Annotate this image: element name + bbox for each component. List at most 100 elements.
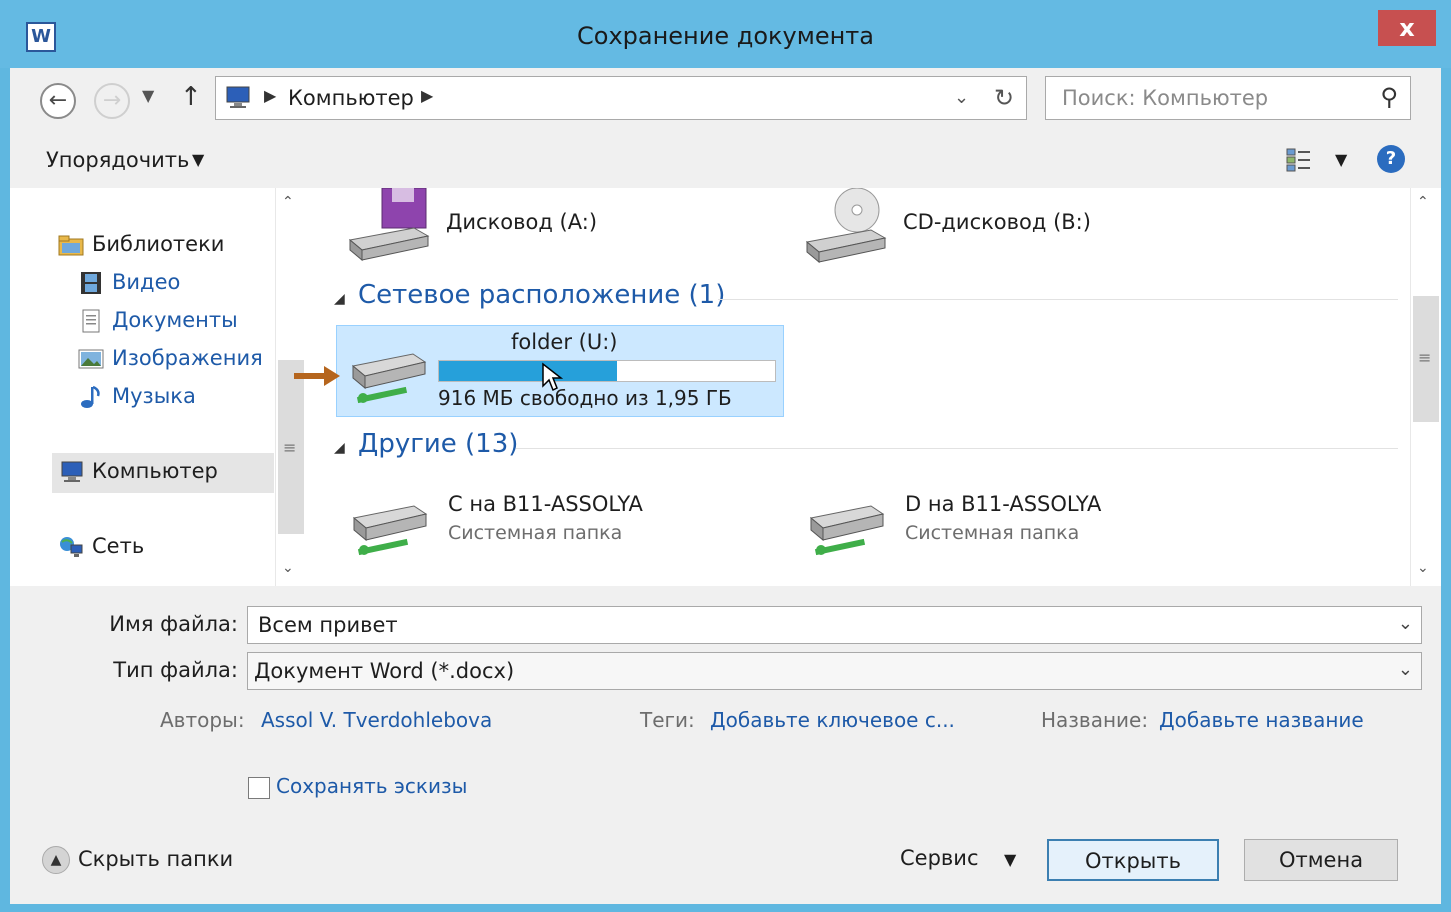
help-icon[interactable]: ?: [1377, 145, 1405, 173]
sidebar-item-libraries[interactable]: Библиотеки: [58, 232, 224, 257]
images-icon: [78, 349, 104, 369]
chevron-down-icon[interactable]: ⌄: [1398, 613, 1413, 634]
sidebar-item-label: Музыка: [112, 384, 196, 408]
cd-drive-icon: [805, 188, 887, 264]
filename-label-text: Имя файла:: [109, 612, 238, 636]
drive-caption: Системная папка: [905, 522, 1080, 544]
recent-locations-dropdown[interactable]: ▼: [142, 86, 154, 105]
tools-button[interactable]: Сервис: [900, 846, 978, 870]
breadcrumb-computer[interactable]: Компьютер: [288, 86, 414, 110]
file-list-scrollbar[interactable]: ⌃ ≡ ⌄: [1410, 188, 1440, 586]
filetype-label-text: Тип файла:: [113, 658, 238, 682]
view-options-dropdown[interactable]: ▼: [1335, 150, 1347, 169]
window-title: Сохранение документа: [577, 22, 874, 50]
authors-label: Авторы:: [160, 708, 245, 732]
filetype-value: Документ Word (*.docx): [254, 659, 515, 683]
change-view-icon[interactable]: [1285, 146, 1313, 174]
collapse-group-icon[interactable]: ◢: [334, 291, 345, 307]
sidebar-item-images[interactable]: Изображения: [78, 346, 263, 371]
sidebar-item-music[interactable]: Музыка: [78, 384, 196, 409]
drive-caption: Системная папка: [448, 522, 623, 544]
save-thumbnails-label[interactable]: Сохранять эскизы: [276, 774, 467, 798]
refresh-icon[interactable]: ↻: [994, 84, 1014, 112]
hide-folders-button[interactable]: ▲ Скрыть папки: [42, 846, 233, 874]
drive-network-u-selected[interactable]: folder (U:) 916 МБ свободно из 1,95 ГБ: [336, 325, 784, 417]
back-button[interactable]: ←: [40, 83, 76, 119]
title-label: Название:: [1041, 708, 1149, 732]
annotation-arrow-icon: [294, 366, 340, 386]
search-placeholder: Поиск: Компьютер: [1062, 86, 1269, 110]
scroll-down-icon[interactable]: ⌄: [1417, 560, 1429, 576]
title-field[interactable]: Добавьте название: [1159, 708, 1364, 732]
sidebar-item-network[interactable]: Сеть: [58, 534, 144, 559]
up-button[interactable]: ↑: [180, 82, 202, 112]
scrollbar-grip-icon: ≡: [283, 438, 297, 457]
filetype-select[interactable]: Документ Word (*.docx) ⌄: [247, 652, 1422, 690]
collapse-group-icon[interactable]: ◢: [334, 440, 345, 456]
scroll-up-icon[interactable]: ⌃: [1417, 194, 1429, 210]
sidebar-item-label: Видео: [112, 270, 181, 294]
network-icon: [60, 537, 83, 557]
network-drive-icon: [351, 353, 427, 404]
search-input[interactable]: Поиск: Компьютер ⚲: [1045, 76, 1411, 120]
documents-icon: [82, 309, 100, 333]
dialog-body: ← → ▼ ↑ ▶ Компьютер ▶ ⌄ ↻ Поиск: Компьют…: [10, 68, 1441, 904]
sidebar-item-computer[interactable]: Компьютер: [58, 459, 218, 484]
save-thumbnails-checkbox[interactable]: [248, 777, 270, 799]
sidebar-item-label: Документы: [112, 308, 238, 332]
filename-label: Имя файла:: [70, 612, 238, 636]
network-drive-icon: [809, 505, 885, 556]
filename-field[interactable]: Всем привет ⌄: [247, 606, 1422, 644]
scroll-down-icon[interactable]: ⌄: [282, 560, 294, 576]
breadcrumb-separator-icon[interactable]: ▶: [264, 86, 276, 105]
group-header-network[interactable]: Сетевое расположение (1): [358, 280, 725, 310]
tags-label: Теги:: [640, 708, 695, 732]
sidebar-item-label: Библиотеки: [92, 232, 225, 256]
sidebar-item-documents[interactable]: Документы: [78, 308, 238, 333]
scrollbar-grip-icon: ≡: [1418, 348, 1432, 367]
filename-value: Всем привет: [258, 613, 398, 637]
chevron-down-icon[interactable]: ⌄: [954, 87, 969, 108]
save-dialog-window: W Сохранение документа x ← → ▼ ↑ ▶ Компь…: [0, 0, 1451, 912]
organize-button[interactable]: Упорядочить: [46, 148, 189, 172]
group-divider: [718, 299, 1398, 300]
cancel-button[interactable]: Отмена: [1244, 839, 1398, 881]
scroll-up-icon[interactable]: ⌃: [282, 194, 294, 210]
collapse-icon: ▲: [42, 846, 70, 874]
chevron-down-icon[interactable]: ▼: [192, 150, 204, 169]
open-button[interactable]: Открыть: [1047, 839, 1219, 881]
breadcrumb-separator-icon[interactable]: ▶: [421, 86, 433, 105]
command-bar: Упорядочить ▼ ▼ ?: [10, 134, 1441, 188]
navigation-pane: Библиотеки Видео Документы Изображения М…: [10, 188, 306, 586]
hide-folders-label: Скрыть папки: [78, 847, 234, 871]
drive-free-space: 916 МБ свободно из 1,95 ГБ: [438, 386, 732, 410]
drive-usage-bar: [438, 360, 776, 382]
computer-icon: [61, 461, 83, 482]
chevron-down-icon[interactable]: ▼: [1004, 850, 1016, 869]
sidebar-item-label: Сеть: [92, 534, 145, 558]
video-icon: [81, 272, 101, 294]
filetype-label: Тип файла:: [70, 658, 238, 682]
libraries-icon: [58, 235, 84, 256]
group-divider: [516, 448, 1398, 449]
chevron-down-icon[interactable]: ⌄: [1398, 659, 1413, 680]
drive-name: C на B11-ASSOLYA: [448, 492, 643, 516]
floppy-drive-icon: [348, 188, 430, 262]
search-icon[interactable]: ⚲: [1380, 83, 1398, 111]
drive-name: CD-дисковод (B:): [903, 210, 1091, 234]
sidebar-item-label: Компьютер: [92, 459, 218, 483]
drive-name: folder (U:): [511, 330, 618, 354]
address-bar[interactable]: ▶ Компьютер ▶ ⌄ ↻: [215, 76, 1027, 120]
forward-button[interactable]: →: [94, 83, 130, 119]
tags-field[interactable]: Добавьте ключевое с...: [710, 708, 955, 732]
authors-field[interactable]: Assol V. Tverdohlebova: [261, 708, 492, 732]
sidebar-item-video[interactable]: Видео: [78, 270, 180, 295]
file-list-pane: Дисковод (A:) CD-дисковод (B:) ◢ Сетевое…: [306, 188, 1441, 586]
close-button[interactable]: x: [1378, 10, 1436, 46]
music-icon: [81, 385, 100, 408]
drive-name: Дисковод (A:): [446, 210, 598, 234]
group-header-other[interactable]: Другие (13): [358, 429, 518, 459]
title-bar[interactable]: W Сохранение документа x: [0, 0, 1451, 68]
computer-icon: [226, 86, 250, 108]
mouse-cursor-icon: [542, 362, 563, 392]
